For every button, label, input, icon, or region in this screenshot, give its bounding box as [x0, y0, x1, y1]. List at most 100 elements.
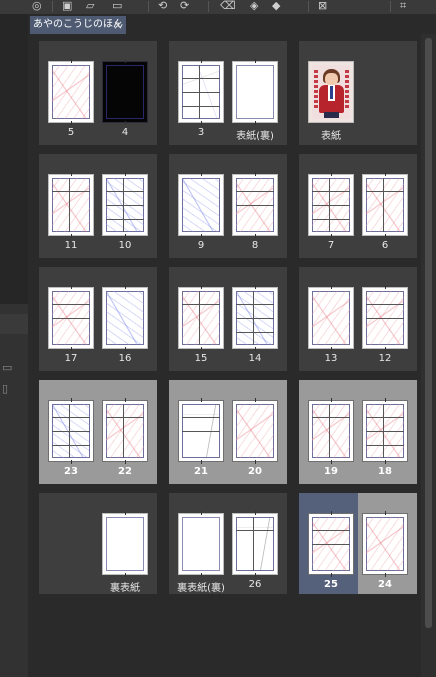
page-thumbnail[interactable] — [308, 172, 354, 238]
scroll-thumb[interactable] — [425, 38, 432, 628]
trim-mark — [125, 347, 126, 351]
trim-mark — [255, 172, 256, 176]
page-spread[interactable]: 11 10 — [39, 154, 157, 258]
page-thumbnail[interactable] — [178, 398, 224, 464]
page-thumbnail[interactable] — [102, 59, 148, 125]
page-spread[interactable]: 54 — [39, 41, 157, 145]
panel-border — [69, 178, 70, 232]
layers-icon[interactable]: ◎ — [32, 0, 42, 12]
page-thumbnail[interactable] — [48, 59, 94, 125]
panel-border — [329, 404, 330, 458]
page-thumbnail[interactable] — [308, 398, 354, 464]
panel-border — [52, 445, 90, 446]
page-thumbnail[interactable] — [102, 285, 148, 351]
panel-border — [366, 304, 404, 305]
toolbar-separator — [52, 1, 53, 12]
vertical-scrollbar[interactable] — [421, 34, 436, 677]
page-thumbnail[interactable] — [178, 511, 224, 577]
trim-mark — [71, 460, 72, 464]
panel-border — [329, 178, 330, 232]
folder-icon[interactable]: ▭ — [2, 361, 12, 374]
page-thumbnail[interactable] — [48, 398, 94, 464]
panel-border — [366, 445, 404, 446]
page-spread[interactable]: 3 表紙(裏) — [169, 41, 287, 145]
fill-icon[interactable]: ◈ — [250, 0, 258, 12]
trim-mark — [125, 121, 126, 125]
page-thumbnail[interactable] — [362, 398, 408, 464]
page-thumbnail[interactable] — [102, 398, 148, 464]
page-thumbnail[interactable] — [308, 61, 354, 123]
page-thumbnail[interactable] — [362, 285, 408, 351]
page-thumbnail[interactable] — [102, 511, 148, 577]
select-icon[interactable]: ⊠ — [318, 0, 327, 12]
page-spread[interactable]: 裏表紙(裏) 26 — [169, 493, 287, 597]
trim-mark — [201, 511, 202, 515]
trim-mark — [385, 573, 386, 577]
undo-icon[interactable]: ⟲ — [158, 0, 167, 12]
page-number-label: 裏表紙 — [110, 583, 140, 594]
page-spread[interactable]: 17 16 — [39, 267, 157, 371]
page-thumbnail[interactable] — [308, 285, 354, 351]
trim-mark — [71, 121, 72, 125]
page-thumbnail[interactable] — [232, 59, 278, 125]
toolbar-separator — [208, 1, 209, 12]
trim-mark — [201, 573, 202, 577]
sketch-lines — [52, 178, 90, 232]
page-number-label: 15 — [194, 353, 208, 364]
toolbar-separator — [390, 1, 391, 12]
trim-mark — [385, 347, 386, 351]
clear-icon[interactable]: ⌫ — [220, 0, 236, 12]
sketch-lines — [366, 517, 404, 571]
page-thumbnail[interactable] — [362, 172, 408, 238]
page-spread[interactable]: 19 18 — [299, 380, 417, 484]
page-spread[interactable]: 裏表紙 — [39, 493, 157, 597]
trim-mark — [331, 460, 332, 464]
page-thumbnail[interactable] — [178, 285, 224, 351]
page-spread[interactable]: 98 — [169, 154, 287, 258]
panel-border — [236, 530, 274, 531]
trim-mark — [125, 234, 126, 238]
trim-mark — [71, 347, 72, 351]
trim-mark — [71, 398, 72, 402]
page-thumbnail[interactable] — [102, 172, 148, 238]
page-spread[interactable]: 23 22 — [39, 380, 157, 484]
page-spread[interactable]: 76 — [299, 154, 417, 258]
document-tab-title: あやのこうじのほん — [33, 19, 123, 30]
page-spread[interactable]: 13 12 — [299, 267, 417, 371]
page-number-label: 9 — [197, 240, 205, 251]
page-spread[interactable]: 25 24 — [299, 493, 417, 597]
page-number-label: 8 — [251, 240, 259, 251]
panel-border — [383, 404, 384, 458]
page-thumbnail[interactable] — [362, 511, 408, 577]
close-tab-icon[interactable]: × — [113, 16, 123, 34]
panel-border — [312, 544, 350, 545]
trash-icon[interactable]: ▯ — [2, 382, 8, 395]
folder-icon[interactable]: ▭ — [112, 0, 122, 12]
page-thumbnail[interactable] — [232, 398, 278, 464]
page-spread[interactable]: 表紙 — [299, 41, 417, 145]
page-spread[interactable]: 15 14 — [169, 267, 287, 371]
trim-mark — [201, 398, 202, 402]
page-number-label: 26 — [248, 579, 262, 590]
crop-icon[interactable]: ⌗ — [400, 0, 406, 12]
trim-mark — [71, 59, 72, 63]
add-page-icon[interactable]: ▣ — [62, 0, 72, 12]
document-tab[interactable]: あやのこうじのほん × — [30, 16, 126, 34]
redo-icon[interactable]: ⟳ — [180, 0, 189, 12]
page-thumbnail[interactable] — [308, 511, 354, 577]
page-thumbnail[interactable] — [178, 172, 224, 238]
shape-icon[interactable]: ◆ — [272, 0, 280, 12]
sketch-lines — [106, 291, 144, 345]
eraser-icon[interactable]: ▱ — [86, 0, 94, 12]
page-spread[interactable]: 21 20 — [169, 380, 287, 484]
page-thumbnail[interactable] — [232, 172, 278, 238]
panel-border — [182, 78, 220, 79]
page-thumbnail[interactable] — [232, 511, 278, 577]
panel-border — [366, 318, 404, 319]
page-thumbnail[interactable] — [178, 59, 224, 125]
trim-mark — [71, 172, 72, 176]
page-thumbnail[interactable] — [48, 285, 94, 351]
page-thumbnail[interactable] — [48, 172, 94, 238]
sketch-lines — [236, 404, 274, 458]
page-thumbnail[interactable] — [232, 285, 278, 351]
